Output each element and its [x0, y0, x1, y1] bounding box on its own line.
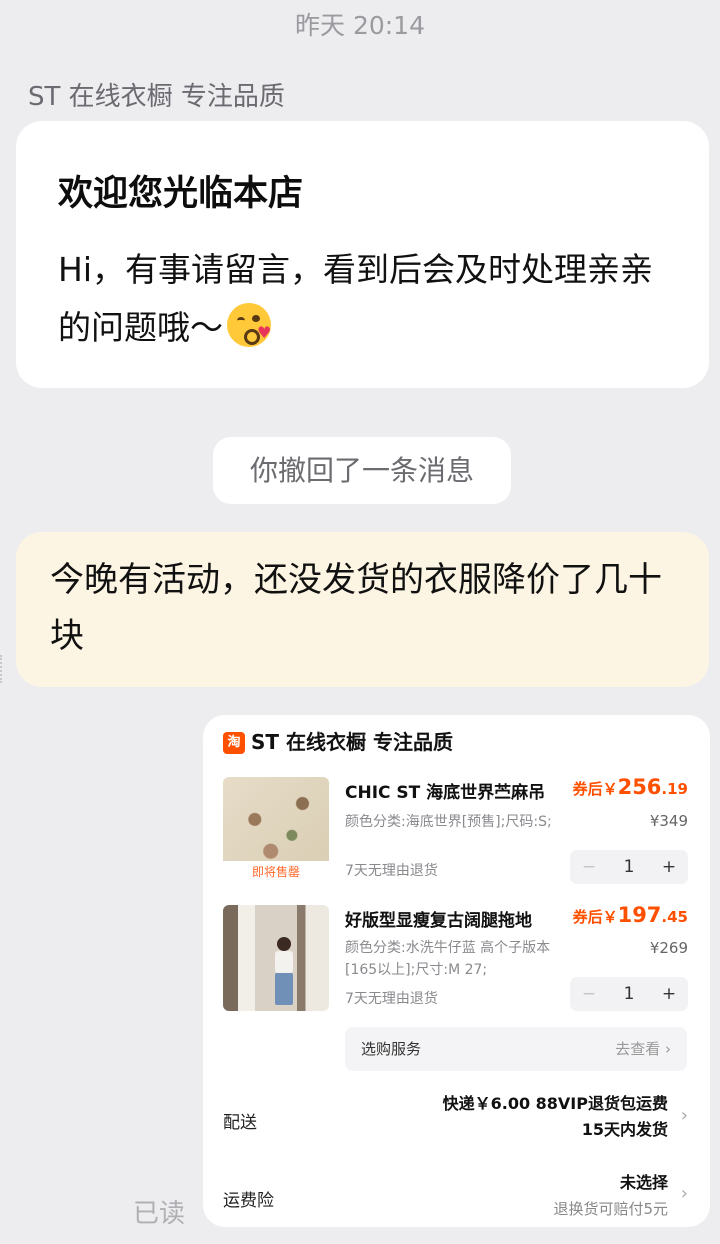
sent-message-bubble[interactable]: 今晚有活动，还没发货的衣服降价了几十块 [16, 532, 709, 687]
recall-notice: 你撤回了一条消息 [213, 437, 511, 504]
service-label: 选购服务 [361, 1040, 422, 1058]
product-price: 券后￥197.45 [572, 903, 688, 927]
original-price: ¥349 [649, 812, 688, 830]
return-policy: 7天无理由退货 [345, 863, 438, 879]
read-status: 已读 [133, 1199, 186, 1229]
delivery-value[interactable]: 快递￥6.00 88VIP退货包运费 15天内发货 [443, 1091, 668, 1143]
view-service-link[interactable]: 去查看 › [615, 1038, 671, 1059]
chat-timestamp: 昨天 20:14 [295, 11, 425, 40]
product-variant[interactable]: 颜色分类:水洗牛仔蓝 高个子版本[165以上];尺寸:M 27; [345, 937, 560, 981]
return-policy: 7天无理由退货 [345, 991, 438, 1007]
increase-button[interactable]: + [650, 857, 688, 877]
quantity-stepper[interactable]: − 1 + [570, 977, 688, 1011]
original-price: ¥269 [649, 939, 688, 957]
taobao-logo-icon: 淘 [223, 732, 245, 754]
product-title[interactable]: CHIC ST 海底世界苎麻吊 [345, 778, 545, 803]
insurance-label: 运费险 [223, 1191, 274, 1211]
quantity-value[interactable]: 1 [610, 984, 648, 1004]
sent-message-text: 今晚有活动，还没发货的衣服降价了几十块 [50, 560, 662, 656]
product-price: 券后￥256.19 [572, 775, 688, 799]
welcome-body: Hi，有事请留言，看到后会及时处理亲亲的问题哦～ ♥ [58, 241, 668, 357]
quantity-stepper[interactable]: − 1 + [570, 850, 688, 884]
sender-name: ST 在线衣橱 专注品质 [28, 82, 285, 112]
purchase-service-row[interactable]: 选购服务 去查看 › [345, 1027, 687, 1071]
product-thumbnail[interactable]: 即将售罄 [223, 777, 329, 883]
chevron-right-icon[interactable]: › [681, 1105, 688, 1126]
welcome-body-text: Hi，有事请留言，看到后会及时处理亲亲的问题哦～ [58, 250, 653, 347]
welcome-message-bubble[interactable]: 欢迎您光临本店 Hi，有事请留言，看到后会及时处理亲亲的问题哦～ ♥ [16, 121, 709, 388]
chevron-right-icon[interactable]: › [681, 1183, 688, 1204]
decrease-button[interactable]: − [570, 984, 608, 1004]
kiss-face-icon: ♥ [227, 303, 271, 347]
card-shop-name[interactable]: ST 在线衣橱 专注品质 [251, 726, 453, 755]
product-thumbnail[interactable] [223, 905, 329, 1011]
product-title[interactable]: 好版型显瘦复古阔腿拖地 [345, 906, 532, 931]
delivery-label: 配送 [223, 1113, 257, 1133]
quantity-value[interactable]: 1 [610, 857, 648, 877]
insurance-value[interactable]: 未选择 退换货可赔付5元 [553, 1170, 668, 1222]
order-card[interactable]: 淘 ST 在线衣橱 专注品质 即将售罄 CHIC ST 海底世界苎麻吊 券后￥2… [203, 715, 710, 1227]
divider [0, 655, 8, 683]
decrease-button[interactable]: − [570, 857, 608, 877]
increase-button[interactable]: + [650, 984, 688, 1004]
welcome-title: 欢迎您光临本店 [58, 174, 304, 214]
sold-out-soon-badge: 即将售罄 [223, 861, 329, 883]
product-variant[interactable]: 颜色分类:海底世界[预售];尺码:S; [345, 811, 560, 833]
